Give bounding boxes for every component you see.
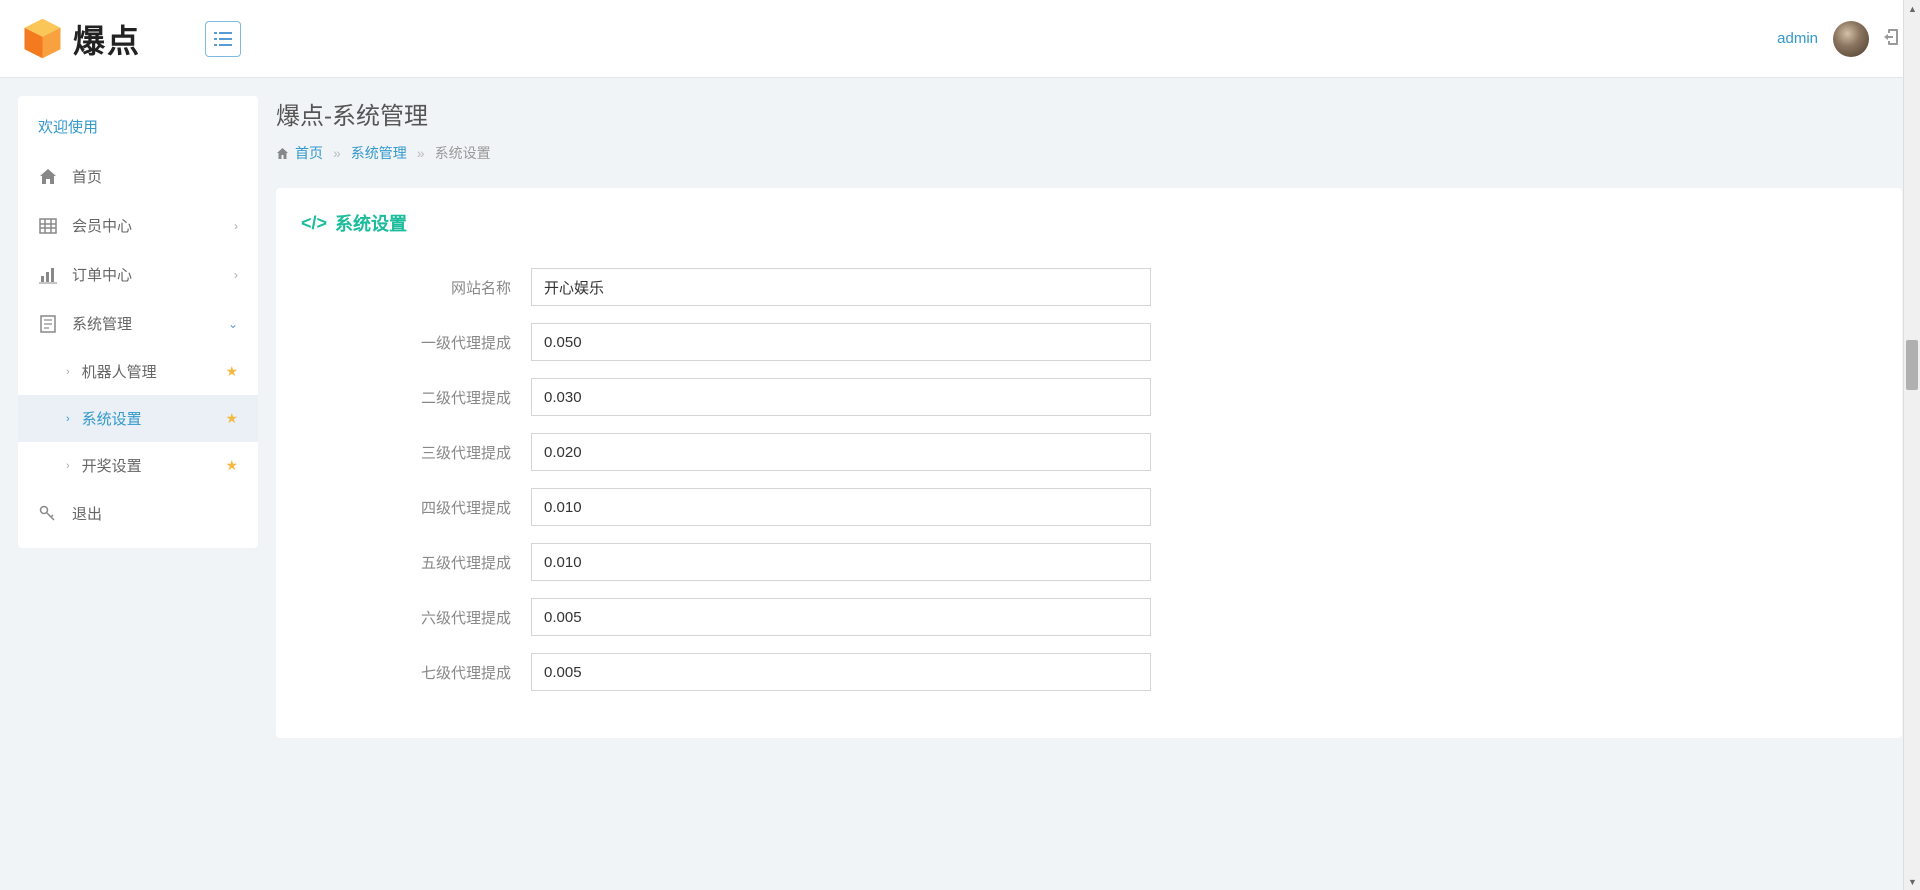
panel: </> 系统设置 网站名称 一级代理提成 二级代理提成 三级代理提成 xyxy=(276,188,1902,738)
breadcrumb: 首页 » 系统管理 » 系统设置 xyxy=(276,143,1902,163)
sidebar-subitem-label: 系统设置 xyxy=(82,408,226,429)
agent-level-2-input[interactable] xyxy=(531,378,1151,416)
site-name-input[interactable] xyxy=(531,268,1151,306)
scroll-thumb[interactable] xyxy=(1906,340,1918,390)
home-icon xyxy=(276,147,289,160)
logo-area[interactable]: 爆点 xyxy=(20,16,190,62)
form-row: 六级代理提成 xyxy=(301,598,1877,636)
breadcrumb-home-label: 首页 xyxy=(295,143,323,163)
form-label: 三级代理提成 xyxy=(301,442,531,463)
form-label: 一级代理提成 xyxy=(301,332,531,353)
form-label: 四级代理提成 xyxy=(301,497,531,518)
form-row: 四级代理提成 xyxy=(301,488,1877,526)
home-icon xyxy=(38,167,58,187)
sign-out-icon xyxy=(1884,29,1900,45)
scrollbar[interactable]: ▲ ▼ xyxy=(1903,0,1920,890)
agent-level-3-input[interactable] xyxy=(531,433,1151,471)
sidebar-item-order[interactable]: 订单中心 › xyxy=(18,250,258,299)
sidebar-welcome: 欢迎使用 xyxy=(18,116,258,152)
avatar[interactable] xyxy=(1833,21,1869,57)
list-icon xyxy=(214,32,232,46)
chevron-right-icon: › xyxy=(234,219,238,233)
logo-text: 爆点 xyxy=(73,16,141,62)
sidebar-item-label: 退出 xyxy=(72,503,238,524)
document-icon xyxy=(38,314,58,334)
sidebar-item-label: 首页 xyxy=(72,166,238,187)
form-row: 二级代理提成 xyxy=(301,378,1877,416)
bar-chart-icon xyxy=(38,265,58,285)
form-row: 三级代理提成 xyxy=(301,433,1877,471)
sidebar-item-label: 会员中心 xyxy=(72,215,234,236)
form-area: 网站名称 一级代理提成 二级代理提成 三级代理提成 四级代理提成 xyxy=(276,258,1902,738)
sidebar-subitem-label: 开奖设置 xyxy=(82,455,226,476)
breadcrumb-separator: » xyxy=(333,145,341,161)
content: 爆点-系统管理 首页 » 系统管理 » 系统设置 </> 系统设置 网站名称 xyxy=(276,96,1902,738)
star-icon: ★ xyxy=(225,363,238,380)
form-label: 七级代理提成 xyxy=(301,662,531,683)
form-label: 网站名称 xyxy=(301,277,531,298)
agent-level-6-input[interactable] xyxy=(531,598,1151,636)
chevron-right-icon: › xyxy=(66,366,70,378)
header-right: admin xyxy=(1777,21,1900,57)
breadcrumb-separator: » xyxy=(417,145,425,161)
sidebar-subitem-label: 机器人管理 xyxy=(82,361,226,382)
star-icon: ★ xyxy=(225,457,238,474)
main-container: 欢迎使用 首页 会员中心 › 订单中心 › 系统管理 xyxy=(0,78,1920,756)
sidebar: 欢迎使用 首页 会员中心 › 订单中心 › 系统管理 xyxy=(18,96,258,548)
sidebar-subitem-lottery[interactable]: › 开奖设置 ★ xyxy=(18,442,258,489)
sidebar-item-logout[interactable]: 退出 xyxy=(18,489,258,538)
agent-level-1-input[interactable] xyxy=(531,323,1151,361)
chevron-right-icon: › xyxy=(66,413,70,425)
chevron-down-icon: ⌄ xyxy=(228,317,238,331)
breadcrumb-current: 系统设置 xyxy=(435,143,491,163)
logo-icon xyxy=(20,16,65,61)
panel-header: </> 系统设置 xyxy=(276,188,1902,258)
form-row: 七级代理提成 xyxy=(301,653,1877,691)
page-title: 爆点-系统管理 xyxy=(276,96,1902,131)
code-icon: </> xyxy=(301,213,327,234)
form-row: 一级代理提成 xyxy=(301,323,1877,361)
form-row: 网站名称 xyxy=(301,268,1877,306)
header: 爆点 admin xyxy=(0,0,1920,78)
menu-toggle-button[interactable] xyxy=(205,21,241,57)
agent-level-7-input[interactable] xyxy=(531,653,1151,691)
username-link[interactable]: admin xyxy=(1777,30,1818,47)
scroll-up-arrow[interactable]: ▲ xyxy=(1904,0,1920,17)
star-icon: ★ xyxy=(225,410,238,427)
breadcrumb-mid[interactable]: 系统管理 xyxy=(351,143,407,163)
sidebar-item-member[interactable]: 会员中心 › xyxy=(18,201,258,250)
agent-level-5-input[interactable] xyxy=(531,543,1151,581)
form-row: 五级代理提成 xyxy=(301,543,1877,581)
form-label: 五级代理提成 xyxy=(301,552,531,573)
panel-title: 系统设置 xyxy=(335,210,407,236)
sidebar-item-label: 订单中心 xyxy=(72,264,234,285)
agent-level-4-input[interactable] xyxy=(531,488,1151,526)
key-icon xyxy=(38,504,58,524)
scroll-down-arrow[interactable]: ▼ xyxy=(1904,873,1920,890)
form-label: 二级代理提成 xyxy=(301,387,531,408)
chevron-right-icon: › xyxy=(234,268,238,282)
breadcrumb-home[interactable]: 首页 xyxy=(276,143,323,163)
sidebar-item-system[interactable]: 系统管理 ⌄ xyxy=(18,299,258,348)
sidebar-item-home[interactable]: 首页 xyxy=(18,152,258,201)
chevron-right-icon: › xyxy=(66,460,70,472)
sidebar-subitem-settings[interactable]: › 系统设置 ★ xyxy=(18,395,258,442)
logout-button[interactable] xyxy=(1884,29,1900,48)
form-label: 六级代理提成 xyxy=(301,607,531,628)
sidebar-item-label: 系统管理 xyxy=(72,313,228,334)
table-icon xyxy=(38,216,58,236)
sidebar-subitem-robot[interactable]: › 机器人管理 ★ xyxy=(18,348,258,395)
